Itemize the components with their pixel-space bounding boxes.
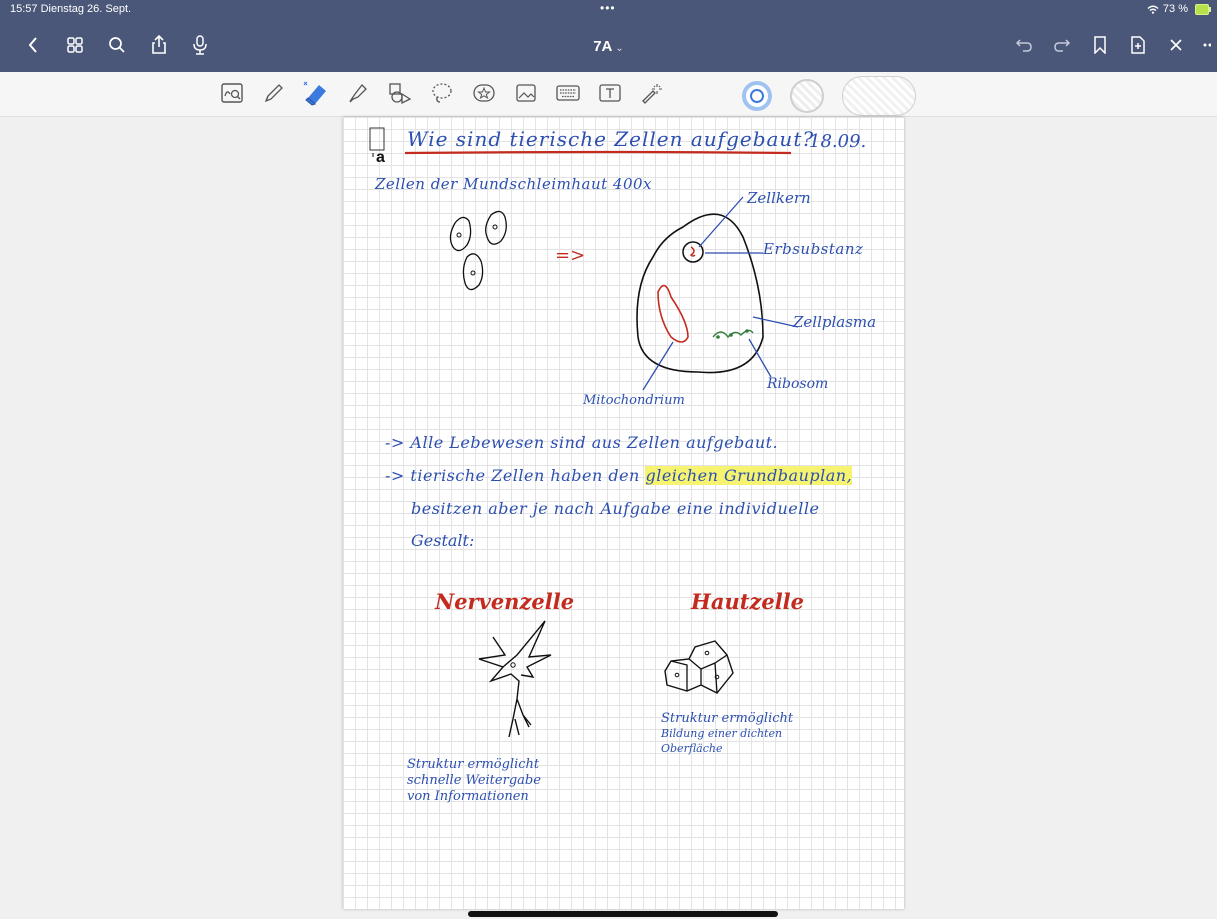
skin-caption-line-3: Oberfläche (661, 742, 723, 755)
label-zellkern: Zellkern (747, 189, 811, 207)
sticker-tool[interactable] (470, 78, 498, 108)
note-page[interactable]: a Wie sind tierische Zellen aufgebaut? 1… (343, 117, 904, 909)
lasso-tool[interactable] (428, 78, 456, 108)
skin-cell-drawing (664, 640, 734, 694)
bullet-2-line-3: Gestalt: (411, 531, 475, 550)
status-time-date: 15:57 Dienstag 26. Sept. (10, 3, 132, 15)
lasso-icon (432, 83, 452, 103)
highlighter-tool[interactable] (344, 78, 372, 108)
more-button[interactable] (1203, 34, 1211, 56)
label-mitochondrium: Mitochondrium (583, 393, 685, 408)
nerve-caption-line-3: von Informationen (407, 789, 529, 804)
add-page-button[interactable] (1127, 34, 1149, 56)
note-title: Wie sind tierische Zellen aufgebaut? (407, 127, 815, 151)
skin-cell-heading: Hautzelle (691, 589, 805, 614)
skin-caption-line-1: Struktur ermöglicht (661, 711, 794, 726)
nerve-caption-line-2: schnelle Weitergabe (407, 773, 541, 788)
close-button[interactable] (1165, 34, 1187, 56)
textbox-tool[interactable] (596, 78, 624, 108)
nerve-cell-drawing (478, 620, 552, 738)
pen-icon (264, 84, 283, 103)
undo-button[interactable] (1013, 34, 1035, 56)
margin-glyph: a (376, 149, 385, 166)
bullet-2-line-2: besitzen aber je nach Aufgabe eine indiv… (411, 499, 820, 518)
textbox-icon (599, 84, 621, 102)
bullet-1: -> Alle Lebewesen sind aus Zellen aufgeb… (385, 433, 779, 452)
redo-button[interactable] (1051, 34, 1073, 56)
nerve-caption-line-1: Struktur ermöglicht (407, 757, 540, 772)
redo-icon (1054, 39, 1071, 52)
bullet-2-text: -> tierische Zellen haben den (385, 466, 640, 485)
sticker-icon (473, 84, 495, 102)
bullet-2: -> tierische Zellen haben den gleichen G… (385, 466, 853, 485)
status-right: 73 % (1147, 3, 1211, 15)
image-icon (516, 84, 536, 102)
keyboard-tool[interactable] (554, 78, 582, 108)
image-tool[interactable] (512, 78, 540, 108)
title-underline (404, 150, 792, 155)
shapes-tool[interactable] (386, 78, 414, 108)
label-zellplasma: Zellplasma (793, 313, 877, 331)
tool-bar (0, 72, 1217, 117)
transition-arrow: => (555, 245, 586, 266)
eraser-icon (303, 81, 326, 106)
shapes-icon (389, 83, 412, 104)
chevron-down-icon: ⌄ (615, 43, 624, 54)
color-swatch-empty[interactable] (790, 79, 824, 113)
multitasking-dots[interactable]: ••• (600, 1, 616, 15)
label-ribosom: Ribosom (767, 376, 829, 392)
color-palette (742, 76, 916, 116)
note-canvas[interactable]: a Wie sind tierische Zellen aufgebaut? 1… (0, 117, 1217, 919)
label-erbsubstanz: Erbsubstanz (763, 240, 864, 258)
bookmark-button[interactable] (1089, 34, 1111, 56)
bookmark-icon (1094, 36, 1106, 54)
home-indicator[interactable] (468, 911, 778, 917)
keyboard-icon (556, 85, 580, 101)
zoom-window-icon (221, 83, 243, 103)
laser-pointer-tool[interactable] (638, 78, 666, 108)
nav-right-group (1013, 34, 1211, 56)
animal-cell-diagram (636, 196, 799, 391)
more-icon (1203, 43, 1211, 47)
mitochondrion (657, 284, 689, 343)
notebook-title-text: 7A (593, 38, 613, 55)
laser-pointer-icon (642, 84, 662, 104)
add-page-icon (1131, 36, 1145, 54)
bullet-2-highlight: gleichen Grundbauplan, (645, 466, 853, 485)
cell-membrane (636, 213, 764, 374)
skin-caption-line-2: Bildung einer dichten (661, 727, 783, 740)
close-icon (1170, 39, 1182, 51)
wifi-icon (1147, 5, 1159, 14)
color-swatch-blue-selected[interactable] (742, 81, 772, 111)
battery-percent: 73 % (1162, 3, 1188, 15)
zoom-window-tool[interactable] (218, 78, 246, 108)
cell-sketch-small (449, 210, 507, 291)
top-bar: 15:57 Dienstag 26. Sept. ••• 73 % 7A ⌄ (0, 0, 1217, 72)
nerve-cell-heading: Nervenzelle (435, 589, 575, 614)
undo-icon (1015, 39, 1032, 52)
pen-tool[interactable] (260, 78, 288, 108)
dna (689, 246, 696, 257)
note-date: 18.09. (809, 131, 867, 152)
tool-group (218, 78, 666, 108)
eraser-tool[interactable] (302, 78, 330, 108)
color-swatch-large[interactable] (842, 76, 916, 116)
battery-icon (1195, 3, 1211, 15)
highlighter-icon (349, 84, 367, 103)
